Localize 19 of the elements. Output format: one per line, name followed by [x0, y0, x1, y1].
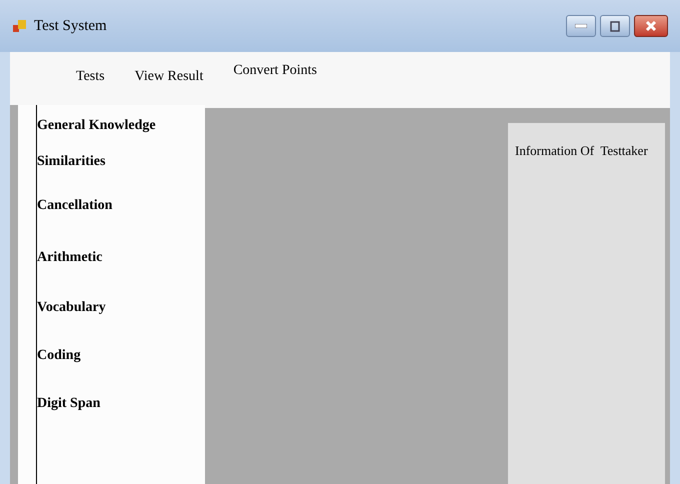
- maximize-icon: [610, 20, 620, 32]
- maximize-button[interactable]: [600, 15, 630, 37]
- app-icon: [12, 18, 28, 34]
- sidebar-item[interactable]: Digit Span: [37, 395, 100, 413]
- sidebar-item[interactable]: Vocabulary: [37, 299, 106, 317]
- info-panel-title: Information Of Testtaker: [515, 143, 648, 158]
- minimize-icon: [575, 24, 587, 28]
- menu-item[interactable]: Tests: [76, 66, 105, 87]
- window-title: Test System: [34, 16, 107, 36]
- sidebar-item[interactable]: Arithmetic: [37, 249, 102, 267]
- close-button[interactable]: [634, 15, 668, 37]
- minimize-button[interactable]: [566, 15, 596, 37]
- sidebar-item[interactable]: Coding: [37, 347, 81, 365]
- menu-item[interactable]: View Result: [134, 66, 204, 87]
- close-icon: [645, 20, 657, 32]
- sidebar-item[interactable]: Similarities: [37, 153, 106, 171]
- sidebar-item[interactable]: General Knowledge: [37, 117, 156, 135]
- sidebar-item[interactable]: Cancellation: [37, 197, 112, 215]
- menu-item[interactable]: Convert Points: [233, 60, 317, 81]
